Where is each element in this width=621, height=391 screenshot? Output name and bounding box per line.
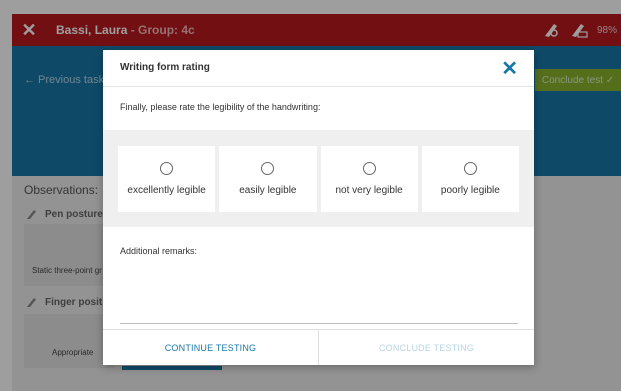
option-not-very-legible[interactable]: not very legible bbox=[320, 145, 418, 212]
option-easily-legible[interactable]: easily legible bbox=[219, 145, 317, 212]
option-poorly-legible[interactable]: poorly legible bbox=[421, 145, 519, 212]
dialog-title: Writing form rating bbox=[120, 62, 210, 73]
option-label: excellently legible bbox=[127, 184, 206, 196]
radio-icon[interactable] bbox=[362, 161, 376, 175]
dialog-footer: CONTINUE TESTING CONCLUDE TESTING bbox=[103, 329, 534, 365]
radio-icon[interactable] bbox=[261, 161, 275, 175]
writing-form-rating-dialog: Writing form rating ✕ Finally, please ra… bbox=[103, 50, 534, 365]
radio-icon[interactable] bbox=[463, 161, 477, 175]
option-label: easily legible bbox=[239, 184, 297, 196]
dialog-close-icon[interactable]: ✕ bbox=[501, 56, 518, 81]
radio-icon[interactable] bbox=[160, 161, 174, 175]
continue-testing-button[interactable]: CONTINUE TESTING bbox=[103, 330, 319, 365]
legibility-options: excellently legible easily legible not v… bbox=[103, 130, 534, 227]
dialog-header: Writing form rating ✕ bbox=[103, 50, 534, 86]
remarks-input[interactable] bbox=[120, 262, 518, 324]
dialog-divider bbox=[103, 86, 534, 87]
option-label: not very legible bbox=[335, 184, 403, 196]
option-label: poorly legible bbox=[440, 184, 500, 196]
option-excellently-legible[interactable]: excellently legible bbox=[118, 145, 216, 212]
legibility-prompt: Finally, please rate the legibility of t… bbox=[120, 102, 321, 112]
conclude-testing-button[interactable]: CONCLUDE TESTING bbox=[319, 330, 534, 365]
remarks-label: Additional remarks: bbox=[120, 246, 198, 256]
